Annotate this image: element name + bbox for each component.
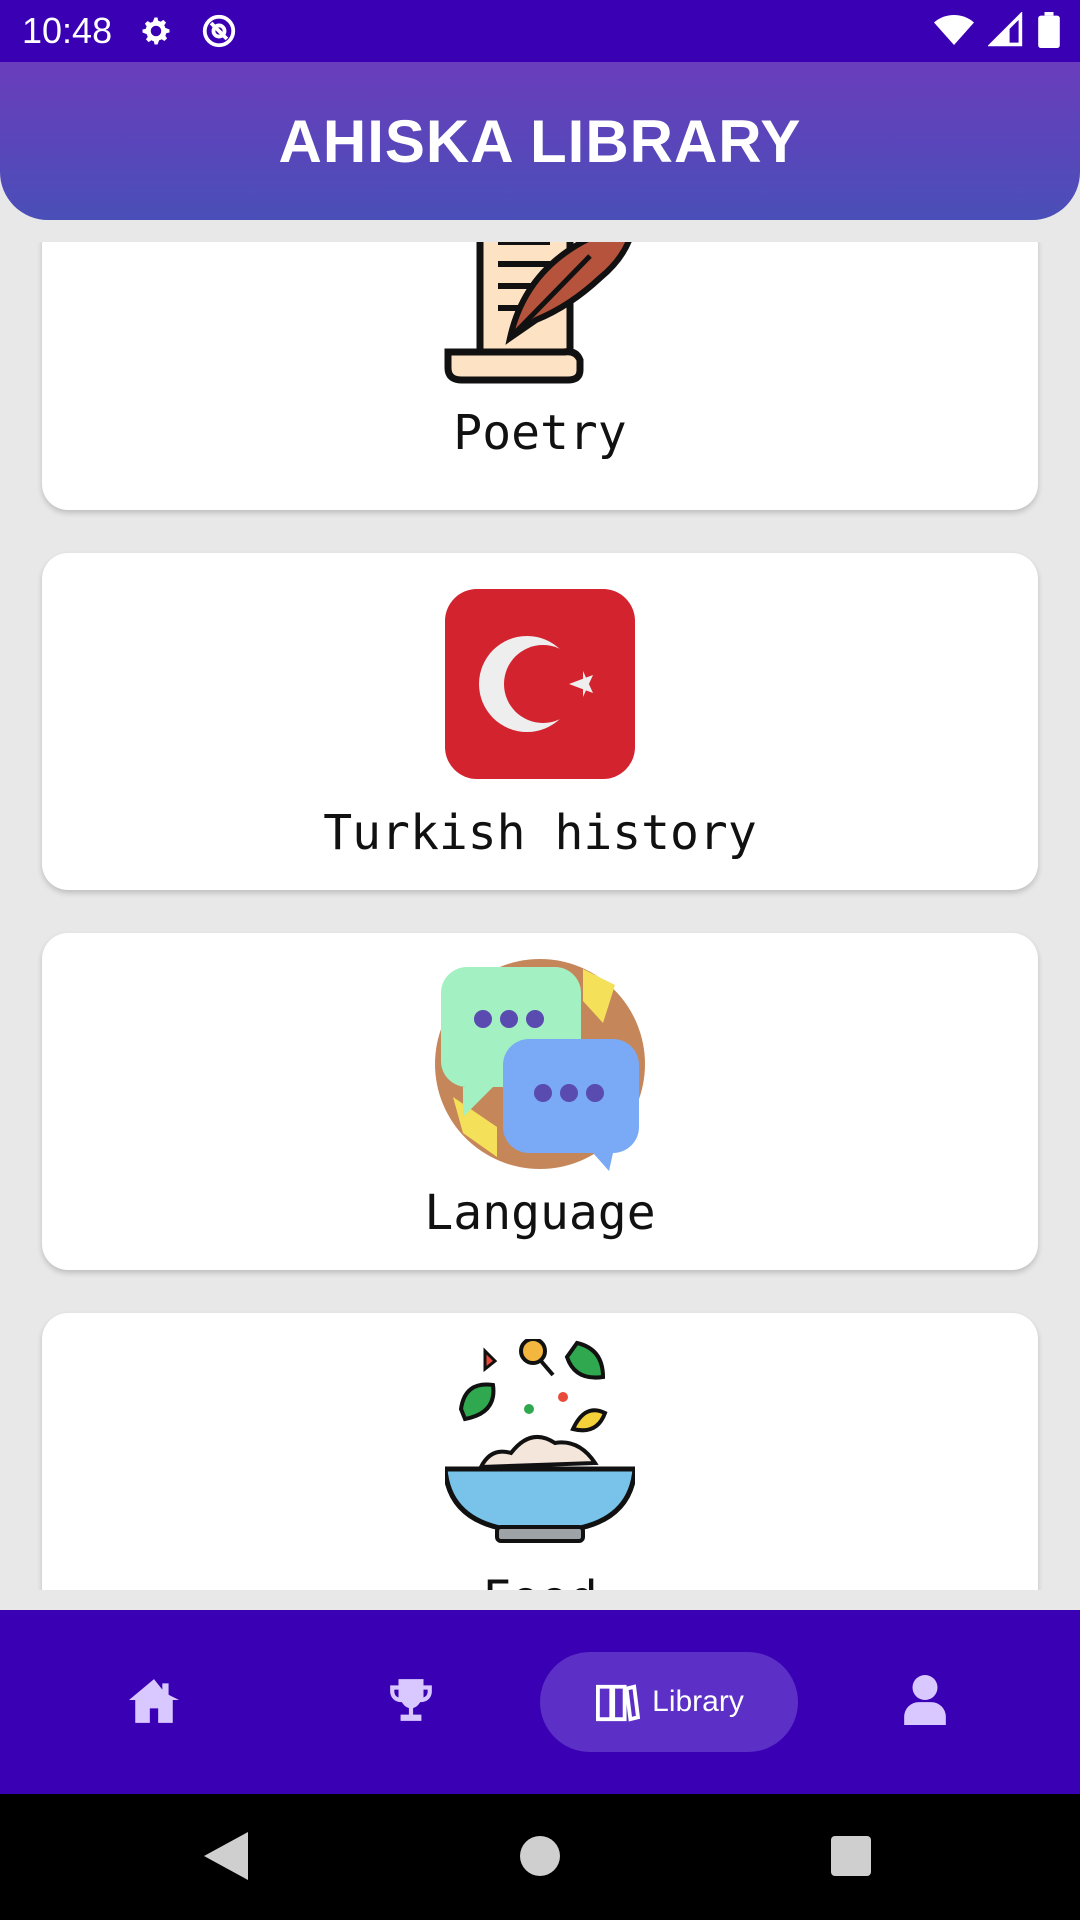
library-icon (594, 1681, 641, 1723)
category-label: Food (42, 1571, 1038, 1590)
category-card-food[interactable]: Food (42, 1313, 1038, 1590)
signal-icon (987, 11, 1024, 53)
wifi-icon (934, 12, 974, 53)
trophy-icon (386, 1675, 436, 1730)
category-card-turkish-history[interactable]: Turkish history (42, 553, 1038, 890)
category-list[interactable]: Poetry Turkish history Language (0, 242, 1080, 1590)
nav-library-label: Library (652, 1685, 744, 1718)
language-chat-icon (433, 957, 647, 1171)
category-label: Turkish history (323, 805, 757, 861)
status-time: 10:48 (22, 10, 113, 51)
turkish-flag-icon (445, 589, 635, 779)
home-icon (129, 1677, 179, 1728)
category-label: Poetry (453, 405, 627, 461)
nav-home-button[interactable] (104, 1652, 204, 1752)
category-card-language[interactable]: Language (42, 933, 1038, 1270)
bottom-navigation: Library (0, 1610, 1080, 1794)
category-card-poetry[interactable]: Poetry (42, 242, 1038, 510)
home-circle-icon[interactable] (520, 1836, 560, 1881)
status-bar: 10:48 (0, 0, 1080, 62)
settings-icon (138, 13, 174, 49)
app-header: AHISKA LIBRARY (0, 62, 1080, 220)
nav-profile-button[interactable] (875, 1652, 975, 1752)
at-sign-icon (200, 12, 238, 50)
nav-trophy-button[interactable] (361, 1652, 461, 1752)
recents-icon[interactable] (831, 1836, 871, 1881)
poetry-scroll-icon (440, 242, 640, 390)
food-bowl-icon (442, 1337, 638, 1549)
category-label: Language (424, 1185, 656, 1241)
system-navigation-bar (0, 1794, 1080, 1920)
back-icon[interactable] (204, 1832, 248, 1885)
battery-icon (1038, 12, 1060, 53)
profile-icon (903, 1674, 947, 1730)
nav-library-button[interactable]: Library (540, 1652, 798, 1752)
page-title: AHISKA LIBRARY (278, 107, 802, 175)
